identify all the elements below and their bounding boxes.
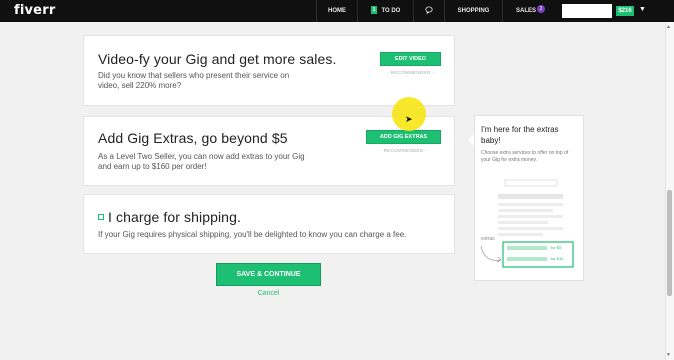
extras-illustration-label: extras bbox=[481, 236, 495, 242]
recommended-label: - RECOMMENDED - bbox=[387, 70, 434, 75]
extras-illustration bbox=[480, 179, 574, 268]
video-card: Video-fy your Gig and get more sales. Di… bbox=[83, 35, 455, 106]
nav-home-label: HOME bbox=[328, 8, 346, 14]
extra-price-1: for $5 bbox=[551, 245, 562, 250]
save-and-continue-button[interactable]: SAVE & CONTINUE bbox=[216, 263, 321, 286]
video-card-description: Did you know that sellers who present th… bbox=[98, 71, 290, 90]
scroll-down-arrow-icon[interactable]: ▼ bbox=[666, 352, 671, 358]
edit-video-button[interactable]: EDIT VIDEO bbox=[380, 52, 441, 66]
scrollbar-thumb[interactable] bbox=[667, 190, 672, 296]
nav-sales-label: SALES bbox=[516, 8, 537, 14]
shipping-card-title[interactable]: I charge for shipping. bbox=[108, 209, 241, 225]
extras-tip-panel: I'm here for the extras baby! Choose ext… bbox=[474, 115, 584, 281]
speech-bubble-icon bbox=[425, 6, 433, 15]
recommended-label: - RECOMMENDED - bbox=[380, 148, 427, 153]
sales-count-badge: 2 bbox=[537, 5, 545, 13]
nav-todo-label: TO DO bbox=[381, 8, 401, 14]
nav-sales[interactable]: SALES bbox=[502, 0, 554, 22]
todo-count-badge: 1 bbox=[370, 6, 378, 15]
tip-description: Choose extra services to offer on top of… bbox=[481, 150, 569, 163]
nav-home[interactable]: HOME bbox=[316, 0, 357, 22]
nav-todo[interactable]: 1 TO DO bbox=[357, 0, 413, 22]
balance-badge[interactable]: $216 bbox=[616, 6, 634, 16]
top-nav-bar: fiverr HOME 1 TO DO SHOPPING SALES 2 $216… bbox=[0, 0, 674, 22]
checkbox-icon[interactable] bbox=[98, 214, 104, 220]
gig-extras-card-description: As a Level Two Seller, you can now add e… bbox=[98, 152, 305, 171]
scroll-up-arrow-icon[interactable]: ▲ bbox=[666, 24, 671, 30]
extra-price-2: for $10 bbox=[551, 256, 564, 261]
gig-extras-card-title: Add Gig Extras, go beyond $5 bbox=[98, 130, 288, 146]
fiverr-logo[interactable]: fiverr bbox=[14, 3, 55, 18]
caret-down-icon[interactable]: ▼ bbox=[639, 6, 646, 13]
add-gig-extras-button[interactable]: ADD GIG EXTRAS bbox=[366, 130, 441, 144]
nav-messages[interactable] bbox=[413, 0, 444, 22]
nav-shopping-label: SHOPPING bbox=[457, 8, 490, 14]
nav-shopping[interactable]: SHOPPING bbox=[444, 0, 502, 22]
cancel-link[interactable]: Cancel bbox=[216, 290, 321, 297]
video-card-title: Video-fy your Gig and get more sales. bbox=[98, 51, 337, 67]
shipping-card: I charge for shipping. If your Gig requi… bbox=[83, 194, 455, 254]
user-menu[interactable] bbox=[562, 4, 612, 18]
tip-title: I'm here for the extras baby! bbox=[481, 125, 559, 145]
mouse-pointer-icon: ➤ bbox=[405, 114, 413, 124]
shipping-card-description: If your Gig requires physical shipping, … bbox=[98, 230, 407, 239]
